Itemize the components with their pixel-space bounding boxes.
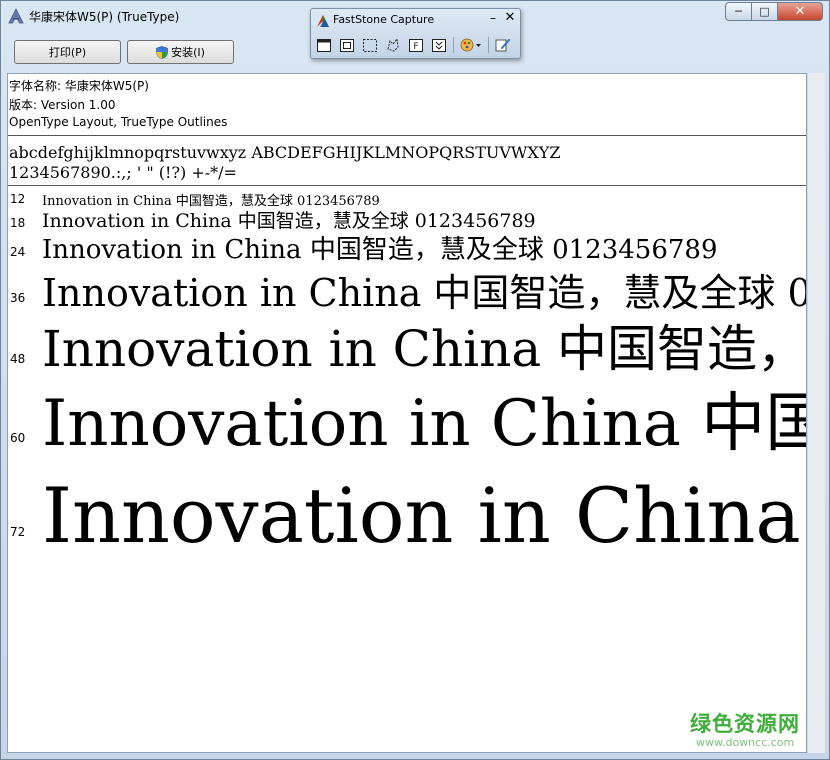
size-label: 24 [10,245,26,259]
capture-freehand-icon[interactable] [384,36,402,54]
divider [8,135,806,136]
sample-text: Innovation in China 中国智造，慧及全球 0123456789 [42,387,806,461]
print-button-label: 打印(P) [48,46,87,59]
divider [8,185,806,186]
capture-window-object-icon[interactable] [338,36,356,54]
faststone-logo-icon [316,13,330,27]
size-label: 72 [10,525,26,539]
charset-letters: abcdefghijklmnopqrstuvwxyz ABCDEFGHIJKLM… [9,143,561,162]
capture-rectangle-icon[interactable] [361,36,379,54]
font-type-line: OpenType Layout, TrueType Outlines [9,115,228,129]
uac-shield-icon [156,45,168,59]
toolbar-separator [453,37,454,53]
size-label: 12 [10,192,26,206]
sample-text: Innovation in China 中国智造，慧及全球 0123456789 [42,471,806,560]
faststone-minimize-button[interactable]: – [486,11,500,25]
capture-active-window-icon[interactable] [315,36,333,54]
faststone-title: FastStone Capture [333,13,435,26]
maximize-button[interactable]: □ [752,2,778,21]
toolbar-separator [488,37,489,53]
font-name-line: 字体名称: 华康宋体W5(P) [9,79,149,93]
font-preview-pane: 字体名称: 华康宋体W5(P) 版本: Version 1.00 OpenTyp… [7,73,807,753]
output-settings-icon[interactable] [459,36,483,54]
site-watermark: 绿色资源网 www.downcc.com [690,708,800,749]
minimize-button[interactable]: ─ [725,2,752,21]
watermark-title: 绿色资源网 [690,712,800,736]
print-button[interactable]: 打印(P) [14,40,121,64]
size-label: 18 [10,216,26,230]
caption-buttons: ─ □ ✕ [725,2,823,21]
faststone-close-button[interactable]: ✕ [503,11,517,25]
sample-text: Innovation in China 中国智造，慧及全球 0123456789 [42,320,807,378]
font-app-icon [8,8,24,24]
font-viewer-window: 华康宋体W5(P) (TrueType) ─ □ ✕ 打印(P) 安装(I) 字… [0,0,830,760]
size-label: 48 [10,352,26,366]
svg-text:F: F [413,42,418,52]
vertical-scrollbar[interactable] [807,73,825,753]
close-button[interactable]: ✕ [778,2,823,21]
capture-scrolling-icon[interactable] [430,36,448,54]
font-version-line: 版本: Version 1.00 [9,98,116,112]
faststone-capture-toolbar[interactable]: FastStone Capture – ✕ F [310,8,521,59]
charset-digits: 1234567890.:,; ' " (!?) +-*/= [9,163,237,182]
install-button[interactable]: 安装(I) [127,40,234,64]
sample-text: Innovation in China 中国智造，慧及全球 0123456789 [42,235,718,265]
window-title: 华康宋体W5(P) (TrueType) [29,10,180,24]
install-button-label: 安装(I) [171,46,205,59]
size-label: 60 [10,431,26,445]
watermark-url: www.downcc.com [696,736,795,749]
faststone-tools: F [315,35,517,55]
capture-fullscreen-icon[interactable]: F [407,36,425,54]
size-label: 36 [10,291,26,305]
editor-icon[interactable] [494,36,512,54]
